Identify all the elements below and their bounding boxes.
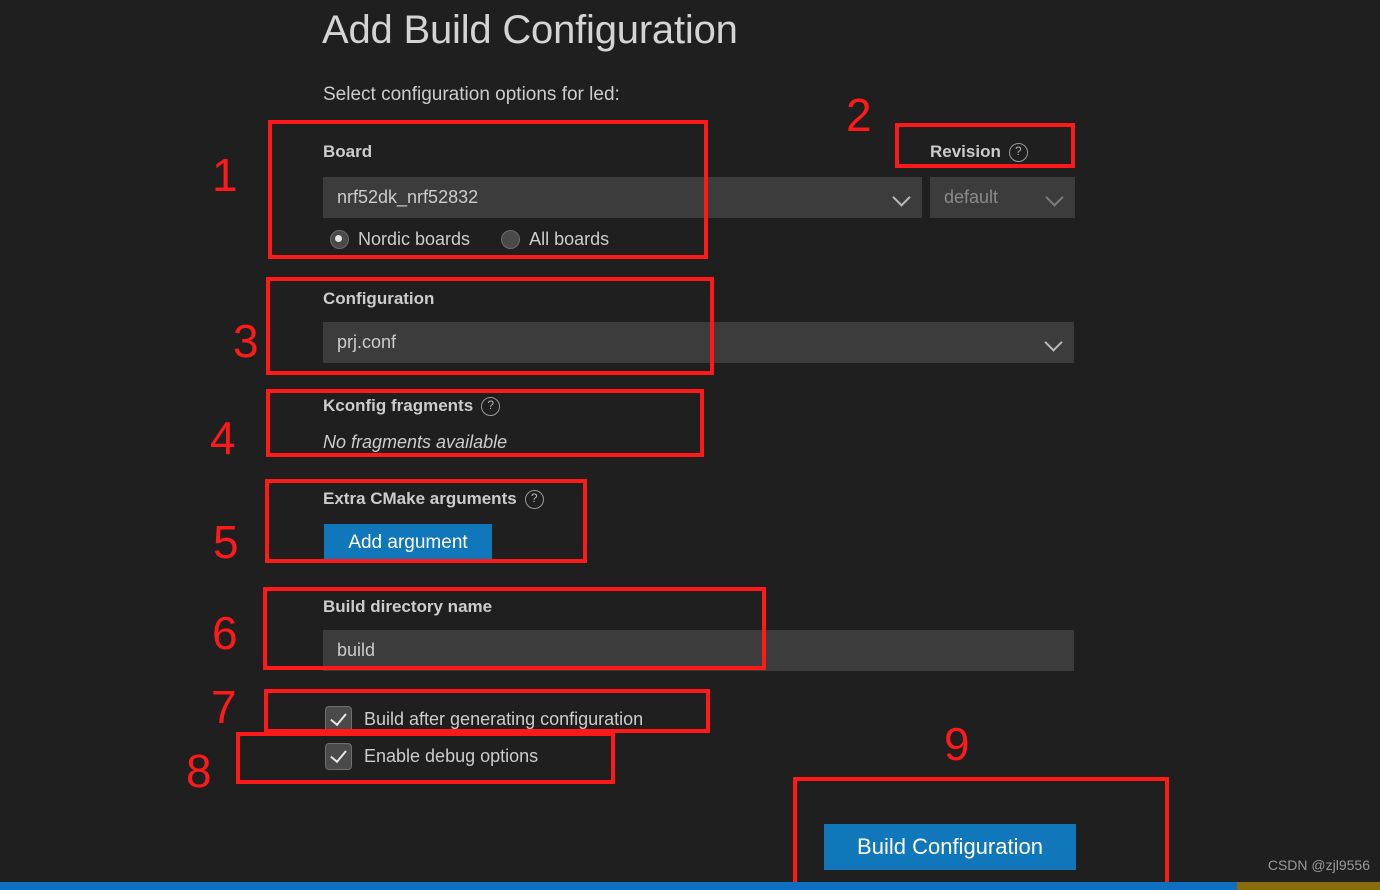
annotation-number-4: 4 [210,412,236,464]
status-bar[interactable] [0,882,1380,890]
radio-nordic-boards-label: Nordic boards [358,229,471,249]
build-directory-name-value: build [337,640,376,660]
configuration-label-text: Configuration [323,289,435,308]
annotation-number-8: 8 [186,745,212,797]
add-build-configuration-panel: Add Build Configuration Select configura… [0,0,1380,890]
board-scope-radio-group: Nordic boards All boards [330,229,609,250]
build-directory-name-label-text: Build directory name [323,597,493,616]
kconfig-fragments-label-text: Kconfig fragments [323,396,474,415]
build-directory-name-input[interactable]: build [323,630,1074,671]
revision-label-text: Revision [930,142,1001,161]
annotation-number-1: 1 [212,149,238,201]
build-configuration-button[interactable]: Build Configuration [824,824,1076,870]
kconfig-fragments-note: No fragments available [323,432,508,452]
watermark: CSDN @zjl9556 [1267,857,1370,873]
checkbox-build-after-generating-label: Build after generating configuration [364,709,644,729]
add-argument-button[interactable]: Add argument [324,524,492,562]
radio-all-boards[interactable]: All boards [501,229,609,250]
annotation-number-3: 3 [233,315,259,367]
question-circle-icon[interactable]: ? [1008,142,1028,162]
chevron-down-icon [892,187,911,207]
board-select[interactable]: nrf52dk_nrf52832 [323,177,922,218]
page-subtitle: Select configuration options for led: [323,84,620,105]
annotation-number-2: 2 [846,89,872,141]
status-bar-segment[interactable] [1237,882,1380,890]
radio-all-boards-label: All boards [529,229,610,249]
board-select-value: nrf52dk_nrf52832 [337,187,479,207]
annotation-number-7: 7 [211,681,237,733]
build-directory-name-label: Build directory name [323,597,492,617]
kconfig-fragments-label: Kconfig fragments ? [323,396,501,416]
extra-cmake-arguments-label-text: Extra CMake arguments [323,489,517,508]
chevron-down-icon [1045,187,1064,207]
checkbox-enable-debug-options[interactable]: Enable debug options [325,743,538,770]
revision-label: Revision ? [930,142,1028,162]
revision-select-value: default [944,187,999,207]
board-label-text: Board [323,142,373,161]
checkbox-indicator-checked [325,706,352,733]
question-circle-icon[interactable]: ? [524,489,544,509]
annotation-number-9: 9 [944,718,970,770]
checkbox-enable-debug-options-label: Enable debug options [364,746,539,766]
extra-cmake-arguments-label: Extra CMake arguments ? [323,489,544,509]
radio-indicator-selected [330,230,349,249]
checkbox-build-after-generating[interactable]: Build after generating configuration [325,706,643,733]
page-title: Add Build Configuration [322,8,738,52]
configuration-select-value: prj.conf [337,332,397,352]
configuration-label: Configuration [323,289,434,309]
chevron-down-icon [1044,332,1063,352]
radio-indicator-unselected [501,230,521,249]
revision-select[interactable]: default [930,177,1075,218]
board-label: Board [323,142,372,162]
question-circle-icon[interactable]: ? [481,396,501,416]
configuration-select[interactable]: prj.conf [323,322,1074,363]
annotation-number-6: 6 [212,607,238,659]
checkbox-indicator-checked [325,743,352,770]
radio-nordic-boards[interactable]: Nordic boards [330,229,470,250]
annotation-number-5: 5 [213,516,239,568]
